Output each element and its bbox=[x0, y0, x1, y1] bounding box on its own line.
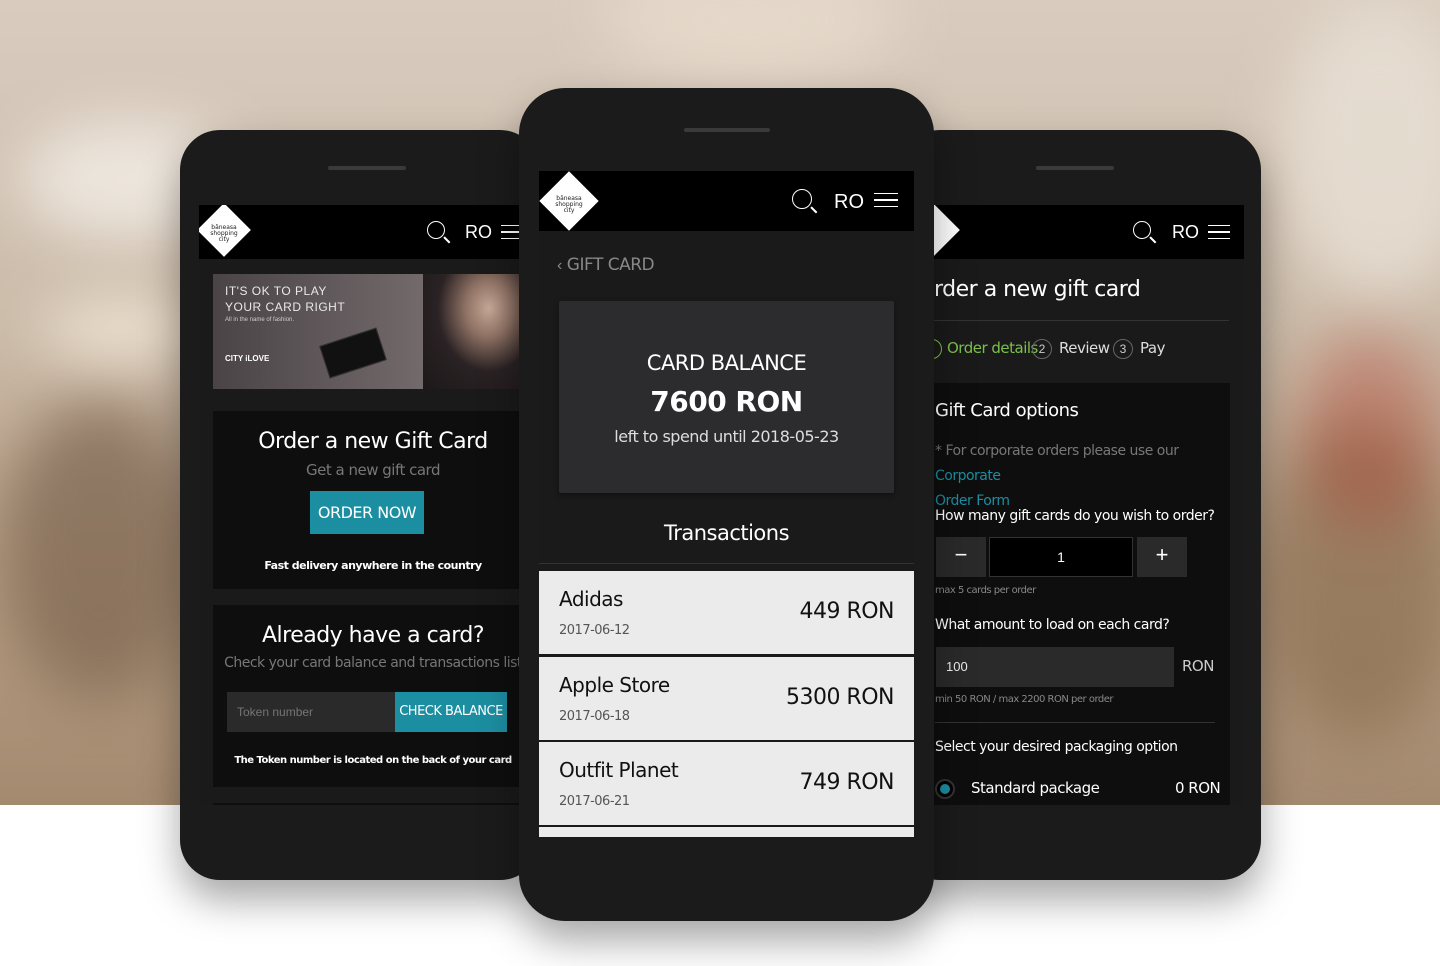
corporate-note: * For corporate orders please use our Co… bbox=[935, 443, 1179, 509]
search-icon[interactable] bbox=[427, 221, 445, 239]
banner-model-image bbox=[423, 274, 533, 389]
order-form-link[interactable]: Order Form bbox=[935, 493, 1010, 509]
amount-unit: RON bbox=[1182, 657, 1214, 675]
logo-text: băneasa shopping city bbox=[210, 224, 238, 243]
search-icon[interactable] bbox=[792, 189, 812, 209]
back-label: GIFT CARD bbox=[566, 255, 655, 275]
step-1-label[interactable]: Order details bbox=[947, 339, 1038, 357]
top-bar: băneasa shopping city RO bbox=[539, 171, 914, 231]
back-link[interactable]: ‹ GIFT CARD bbox=[557, 255, 655, 275]
top-bar: băneasa shopping city RO bbox=[199, 205, 540, 259]
check-title: Already have a card? bbox=[261, 623, 485, 648]
corporate-link[interactable]: Corporate bbox=[935, 468, 1001, 484]
tx-amount: 449 RON bbox=[799, 599, 894, 624]
options-divider bbox=[935, 722, 1215, 723]
logo-text: băneasa shopping city bbox=[555, 195, 583, 214]
table-row[interactable] bbox=[539, 827, 914, 838]
banner-line1: IT'S OK TO PLAY bbox=[225, 284, 327, 298]
qty-input[interactable]: 1 bbox=[989, 537, 1133, 577]
search-icon[interactable] bbox=[1133, 221, 1151, 239]
tx-merchant: Outfit Planet bbox=[559, 758, 679, 782]
check-panel: Already have a card? Check your card bal… bbox=[213, 605, 533, 787]
order-now-button[interactable]: ORDER NOW bbox=[310, 491, 424, 534]
table-row[interactable]: Adidas 2017-06-12 449 RON bbox=[539, 571, 914, 655]
check-note: The Token number is located on the back … bbox=[234, 755, 512, 766]
phone-center: băneasa shopping city RO ‹ GIFT CARD CARD … bbox=[519, 88, 934, 921]
step-2-circle: 2 bbox=[1032, 339, 1052, 359]
check-balance-button[interactable]: CHECK BALANCE bbox=[395, 692, 507, 732]
balance-until: left to spend until 2018-05-23 bbox=[614, 427, 839, 446]
menu-icon[interactable] bbox=[1208, 225, 1230, 239]
order-title: rder a new gift card bbox=[934, 277, 1141, 302]
check-subtitle: Check your card balance and transactions… bbox=[224, 655, 522, 671]
language-toggle[interactable]: RO bbox=[1172, 222, 1199, 243]
banner-line2: YOUR CARD RIGHT bbox=[225, 300, 346, 314]
standard-package-label[interactable]: Standard package bbox=[971, 779, 1100, 797]
chevron-left-icon: ‹ bbox=[557, 257, 563, 274]
order-title: Order a new Gift Card bbox=[258, 429, 488, 454]
balance-label: CARD BALANCE bbox=[646, 351, 807, 375]
tx-amount: 5300 RON bbox=[785, 685, 895, 710]
step-2-label[interactable]: Review bbox=[1059, 339, 1110, 357]
banner-card-image bbox=[319, 327, 387, 379]
step-3-label[interactable]: Pay bbox=[1140, 339, 1165, 357]
menu-icon[interactable] bbox=[874, 193, 898, 207]
tx-date: 2017-06-18 bbox=[559, 709, 630, 724]
qty-plus-button[interactable]: + bbox=[1137, 537, 1187, 577]
amount-input[interactable]: 100 bbox=[936, 647, 1174, 687]
tx-date: 2017-06-21 bbox=[559, 794, 630, 809]
table-row[interactable]: Apple Store 2017-06-18 5300 RON bbox=[539, 657, 914, 741]
order-note: Fast delivery anywhere in the country bbox=[264, 559, 482, 572]
table-row[interactable]: Outfit Planet 2017-06-21 749 RON bbox=[539, 742, 914, 826]
amount-question: What amount to load on each card? bbox=[935, 617, 1170, 633]
qty-question: How many gift cards do you wish to order… bbox=[935, 508, 1215, 524]
order-panel: Order a new Gift Card Get a new gift car… bbox=[213, 411, 533, 589]
tx-amount: 749 RON bbox=[799, 770, 894, 795]
qty-minus-button[interactable]: − bbox=[936, 537, 986, 577]
standard-package-radio[interactable] bbox=[935, 779, 955, 799]
promo-banner[interactable]: IT'S OK TO PLAY YOUR CARD RIGHT All in t… bbox=[213, 274, 533, 389]
balance-amount: 7600 RON bbox=[650, 385, 803, 418]
amount-note: min 50 RON / max 2200 RON per order bbox=[935, 694, 1114, 705]
step-3-circle: 3 bbox=[1113, 339, 1133, 359]
balance-card: CARD BALANCE 7600 RON left to spend unti… bbox=[559, 301, 894, 493]
tx-date: 2017-06-12 bbox=[559, 623, 630, 638]
lower-backdrop bbox=[199, 805, 529, 810]
left-screen: băneasa shopping city RO IT'S OK TO PLAY Y… bbox=[199, 205, 540, 805]
order-subtitle: Get a new gift card bbox=[306, 461, 440, 479]
transactions-title: Transactions bbox=[663, 521, 790, 545]
language-toggle[interactable]: RO bbox=[834, 191, 864, 214]
lower-backdrop-right bbox=[900, 805, 1244, 810]
tx-merchant: Adidas bbox=[559, 587, 623, 611]
title-divider bbox=[934, 320, 1229, 321]
right-screen: RO rder a new gift card Order details 2 … bbox=[900, 205, 1244, 805]
transactions-divider bbox=[539, 563, 914, 564]
top-bar: RO bbox=[900, 205, 1244, 259]
phone-right: RO rder a new gift card Order details 2 … bbox=[900, 130, 1261, 880]
qty-note: max 5 cards per order bbox=[935, 585, 1036, 596]
banner-line3: All in the name of fashion. bbox=[225, 317, 295, 323]
banner-brand: CITY iLOVE bbox=[225, 354, 270, 363]
options-title: Gift Card options bbox=[935, 400, 1079, 421]
options-panel: Gift Card options * For corporate orders… bbox=[920, 383, 1230, 805]
token-input[interactable] bbox=[227, 692, 395, 732]
standard-package-price: 0 RON bbox=[1175, 779, 1221, 797]
packaging-question: Select your desired packaging option bbox=[935, 739, 1178, 755]
center-screen: băneasa shopping city RO ‹ GIFT CARD CARD … bbox=[539, 171, 914, 838]
transactions-list: Adidas 2017-06-12 449 RON Apple Store 20… bbox=[539, 571, 914, 838]
language-toggle[interactable]: RO bbox=[465, 222, 492, 243]
phone-left: băneasa shopping city RO IT'S OK TO PLAY Y… bbox=[180, 130, 540, 880]
tx-merchant: Apple Store bbox=[559, 673, 670, 697]
